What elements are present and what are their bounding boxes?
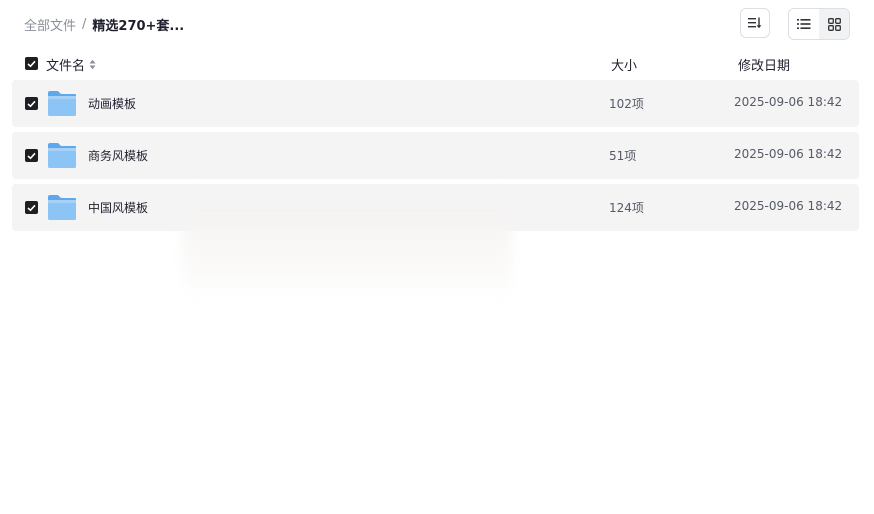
column-header-size: 大小 <box>611 59 638 74</box>
view-toggle <box>788 8 850 40</box>
checkmark-icon <box>27 152 36 159</box>
folder-icon <box>48 143 76 168</box>
column-header-name[interactable]: 文件名 <box>46 55 96 74</box>
table-header: 文件名 大小 修改日期 <box>0 52 874 76</box>
folder-icon <box>48 195 76 220</box>
sort-button[interactable] <box>740 8 770 38</box>
file-name[interactable]: 商务风模板 <box>88 147 148 164</box>
grid-view-icon <box>827 17 841 31</box>
table-row[interactable]: 商务风模板 51项 2025-09-06 18:42 <box>12 132 859 179</box>
file-size: 102项 <box>609 97 644 111</box>
checkmark-icon <box>27 60 36 67</box>
checkmark-icon <box>27 100 36 107</box>
folder-icon <box>48 91 76 116</box>
table-row[interactable]: 动画模板 102项 2025-09-06 18:42 <box>12 80 859 127</box>
sort-icon <box>748 17 762 29</box>
column-header-name-label: 文件名 <box>46 59 86 74</box>
file-name[interactable]: 中国风模板 <box>88 199 148 216</box>
row-checkbox[interactable] <box>25 97 38 110</box>
breadcrumb-root-link[interactable]: 全部文件 <box>24 15 76 34</box>
grid-view-button[interactable] <box>819 9 849 39</box>
file-date: 2025-09-06 18:42 <box>734 95 843 109</box>
row-checkbox[interactable] <box>25 149 38 162</box>
file-name[interactable]: 动画模板 <box>88 95 136 112</box>
file-date: 2025-09-06 18:42 <box>734 147 843 161</box>
select-all-checkbox[interactable] <box>25 57 38 70</box>
row-checkbox[interactable] <box>25 201 38 214</box>
file-size: 124项 <box>609 201 644 215</box>
file-size: 51项 <box>609 149 637 163</box>
breadcrumb: 全部文件 / 精选270+套... <box>24 14 184 34</box>
sort-arrows-icon <box>89 59 96 70</box>
column-header-date: 修改日期 <box>738 59 791 74</box>
breadcrumb-separator: / <box>82 16 87 32</box>
table-row[interactable]: 中国风模板 124项 2025-09-06 18:42 <box>12 184 859 231</box>
list-view-icon <box>797 19 811 29</box>
breadcrumb-current: 精选270+套... <box>92 18 185 34</box>
checkmark-icon <box>27 204 36 211</box>
file-date: 2025-09-06 18:42 <box>734 199 843 213</box>
list-view-button[interactable] <box>789 9 819 39</box>
